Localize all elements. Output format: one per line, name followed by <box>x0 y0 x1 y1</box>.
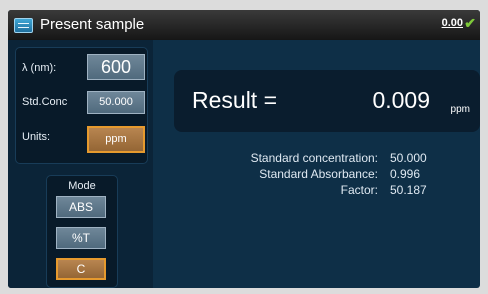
wavelength-field[interactable]: 600 <box>87 54 145 80</box>
factor-value: 50.187 <box>390 183 427 197</box>
std-concentration-value: 50.000 <box>390 151 427 165</box>
result-unit: ppm <box>450 104 470 115</box>
std-conc-field[interactable]: 50.000 <box>87 91 145 114</box>
std-absorbance-value: 0.996 <box>390 167 421 181</box>
title-bar: Present sample 0.00 ✔ <box>8 10 480 40</box>
factor-label: Factor: <box>340 183 378 197</box>
mode-concentration-button[interactable]: C <box>56 258 106 280</box>
std-conc-label: Std.Conc <box>22 96 68 108</box>
settings-panel: λ (nm): 600 Std.Conc 50.000 Units: ppm M… <box>8 40 153 288</box>
units-label: Units: <box>22 131 51 143</box>
mode-title: Mode <box>68 180 96 192</box>
wavelength-label: λ (nm): <box>22 62 57 74</box>
std-absorbance-label: Standard Absorbance: <box>259 167 378 181</box>
result-value: 0.009 <box>372 87 430 113</box>
checkmark-icon: ✔ <box>464 15 476 31</box>
result-display: Result = 0.009 ppm <box>174 70 480 132</box>
mode-selector: Mode ABS %T C <box>46 175 118 288</box>
status-reading[interactable]: 0.00 <box>442 17 463 29</box>
mode-transmittance-button[interactable]: %T <box>56 227 106 249</box>
units-field[interactable]: ppm <box>87 126 145 153</box>
instrument-screen: Present sample 0.00 ✔ λ (nm): 600 Std.Co… <box>8 10 480 288</box>
measurement-settings: λ (nm): 600 Std.Conc 50.000 Units: ppm <box>15 47 148 164</box>
mode-abs-button[interactable]: ABS <box>56 196 106 218</box>
page-title: Present sample <box>40 16 145 33</box>
result-label: Result = <box>192 87 278 113</box>
std-concentration-label: Standard concentration: <box>250 151 378 165</box>
sample-list-icon[interactable] <box>14 18 33 33</box>
